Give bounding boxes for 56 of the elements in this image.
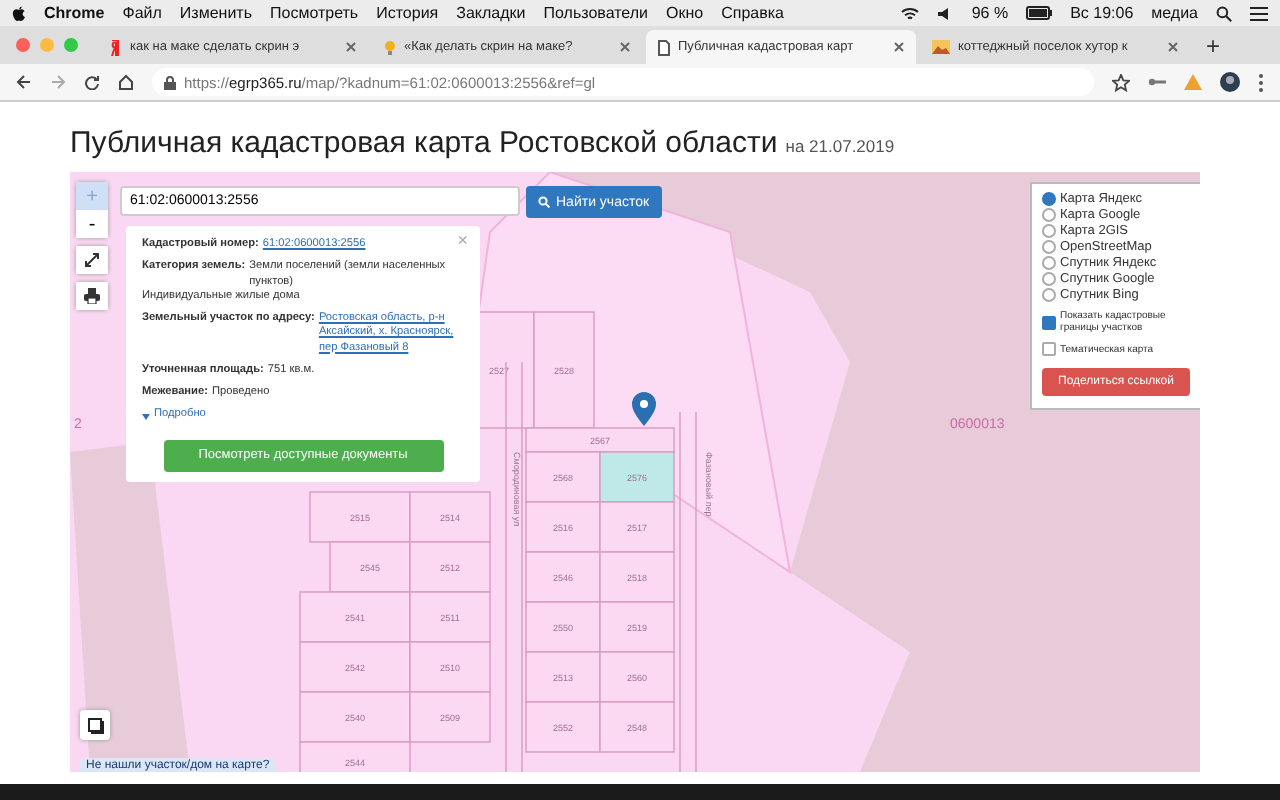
profile-avatar-icon[interactable] (1220, 72, 1240, 92)
fullscreen-button[interactable] (76, 246, 108, 274)
menu-icon[interactable] (1250, 5, 1268, 21)
close-icon[interactable] (894, 42, 904, 52)
menu-item[interactable]: Закладки (456, 4, 526, 22)
location-pin-icon (632, 392, 656, 426)
layers-toggle-button[interactable] (80, 710, 110, 740)
apple-logo-icon[interactable] (12, 5, 26, 21)
clock: Вс 19:06 (1070, 4, 1134, 22)
menu-item[interactable]: Справка (721, 4, 784, 22)
radio-button[interactable] (1042, 288, 1056, 302)
search-icon (538, 196, 550, 208)
lightbulb-icon (384, 39, 396, 55)
layers-icon (87, 717, 103, 733)
menu-item[interactable]: Посмотреть (270, 4, 359, 22)
menu-item[interactable]: Окно (665, 4, 704, 22)
volume-icon[interactable] (937, 5, 954, 21)
battery-percent: 96 % (971, 4, 1009, 22)
yandex-icon (110, 39, 122, 55)
landscape-icon (932, 40, 950, 54)
expand-icon (84, 252, 100, 268)
search-icon[interactable] (1216, 5, 1232, 21)
home-icon[interactable] (118, 74, 134, 90)
radio-button[interactable] (1042, 224, 1056, 238)
caret-icon (142, 413, 150, 420)
zoom-out-button[interactable]: - (76, 210, 108, 238)
menu-item[interactable]: История (376, 4, 439, 22)
close-icon[interactable] (1168, 42, 1178, 52)
wifi-icon[interactable] (899, 5, 920, 21)
new-tab-button[interactable]: + (1206, 31, 1221, 59)
print-button[interactable] (76, 282, 108, 310)
menu-item[interactable]: Изменить (179, 4, 252, 22)
radio-button[interactable] (1042, 272, 1056, 286)
menu-item[interactable]: Chrome (44, 4, 105, 22)
radio-button[interactable] (1042, 240, 1056, 254)
radio-button[interactable] (1042, 256, 1056, 270)
battery-icon[interactable] (1026, 6, 1053, 20)
page-icon (658, 39, 670, 55)
reload-icon[interactable] (84, 74, 100, 90)
radio-button[interactable] (1042, 208, 1056, 222)
date-label: на 21.07.2019 (785, 136, 895, 156)
back-icon[interactable] (16, 74, 32, 90)
more-icon[interactable] (1258, 73, 1264, 91)
key-icon[interactable] (1148, 74, 1166, 90)
menu-item[interactable]: Файл (122, 4, 162, 22)
close-icon[interactable] (346, 42, 356, 52)
close-icon[interactable] (620, 42, 630, 52)
page-title: Публичная кадастровая карта Ростовской области (70, 126, 778, 160)
checkbox[interactable] (1042, 342, 1056, 356)
radio-button[interactable] (1042, 192, 1056, 206)
star-icon[interactable] (1112, 73, 1130, 91)
checkbox[interactable] (1042, 315, 1056, 329)
user-name[interactable]: медиа (1151, 4, 1198, 22)
lock-icon (164, 75, 176, 89)
menu-item[interactable]: Пользователи (543, 4, 648, 22)
printer-icon (84, 288, 100, 304)
